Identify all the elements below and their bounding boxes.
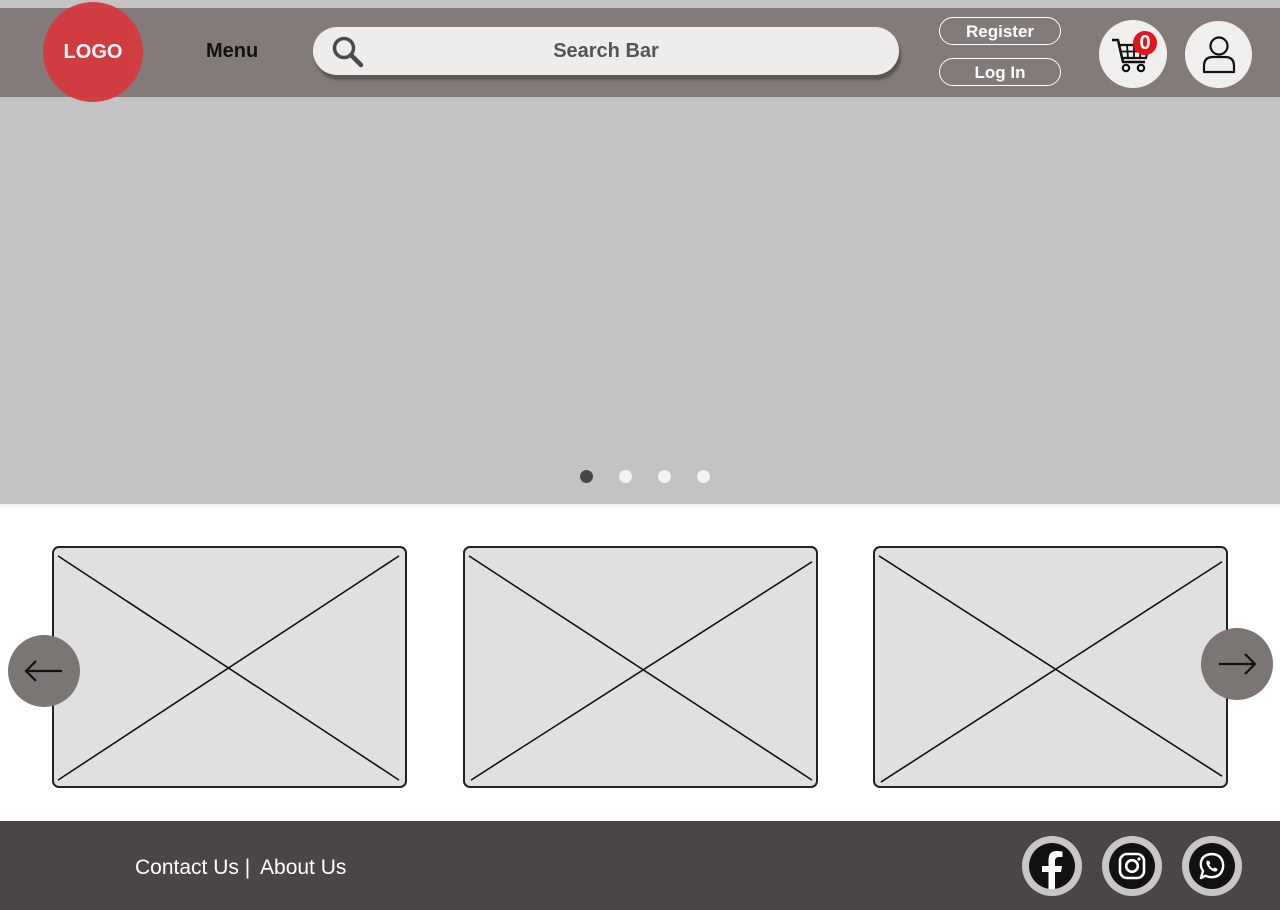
facebook-button[interactable] [1022, 836, 1082, 896]
product-card-3[interactable] [873, 546, 1228, 788]
login-button[interactable]: Log In [939, 58, 1061, 86]
contact-us-link[interactable]: Contact Us | [135, 856, 250, 879]
image-placeholder-icon [57, 555, 400, 781]
image-placeholder-icon [468, 555, 813, 781]
slide-dot-4[interactable] [697, 470, 710, 483]
menu-button[interactable]: Menu [206, 40, 258, 63]
whatsapp-button[interactable] [1182, 836, 1242, 896]
profile-button[interactable] [1185, 21, 1252, 88]
user-icon [1202, 36, 1236, 74]
instagram-button[interactable] [1102, 836, 1162, 896]
facebook-icon [1042, 851, 1063, 889]
about-us-link[interactable]: About Us [260, 856, 346, 879]
footer: Contact Us | About Us [0, 821, 1280, 910]
hero-banner [0, 97, 1280, 504]
cart-button[interactable]: 0 [1099, 20, 1167, 88]
logo-text: LOGO [63, 40, 123, 63]
logo[interactable]: LOGO [43, 2, 143, 102]
whatsapp-icon [1199, 852, 1225, 880]
top-strip [0, 0, 1280, 8]
search-bar[interactable]: Search Bar [313, 27, 899, 75]
register-button[interactable]: Register [939, 17, 1061, 45]
cart-count-badge: 0 [1133, 31, 1157, 55]
arrow-left-icon [24, 660, 62, 682]
arrow-right-icon [1219, 653, 1257, 675]
carousel-prev-button[interactable] [8, 635, 80, 707]
product-card-2[interactable] [463, 546, 818, 788]
search-input[interactable]: Search Bar [313, 27, 899, 75]
slide-dot-2[interactable] [619, 470, 632, 483]
slide-dot-1[interactable] [580, 470, 593, 483]
instagram-icon [1118, 852, 1146, 880]
product-card-1[interactable] [52, 546, 407, 788]
carousel-next-button[interactable] [1201, 628, 1273, 700]
image-placeholder-icon [878, 555, 1223, 783]
slide-dot-3[interactable] [658, 470, 671, 483]
footer-links: Contact Us | About Us [135, 856, 346, 880]
